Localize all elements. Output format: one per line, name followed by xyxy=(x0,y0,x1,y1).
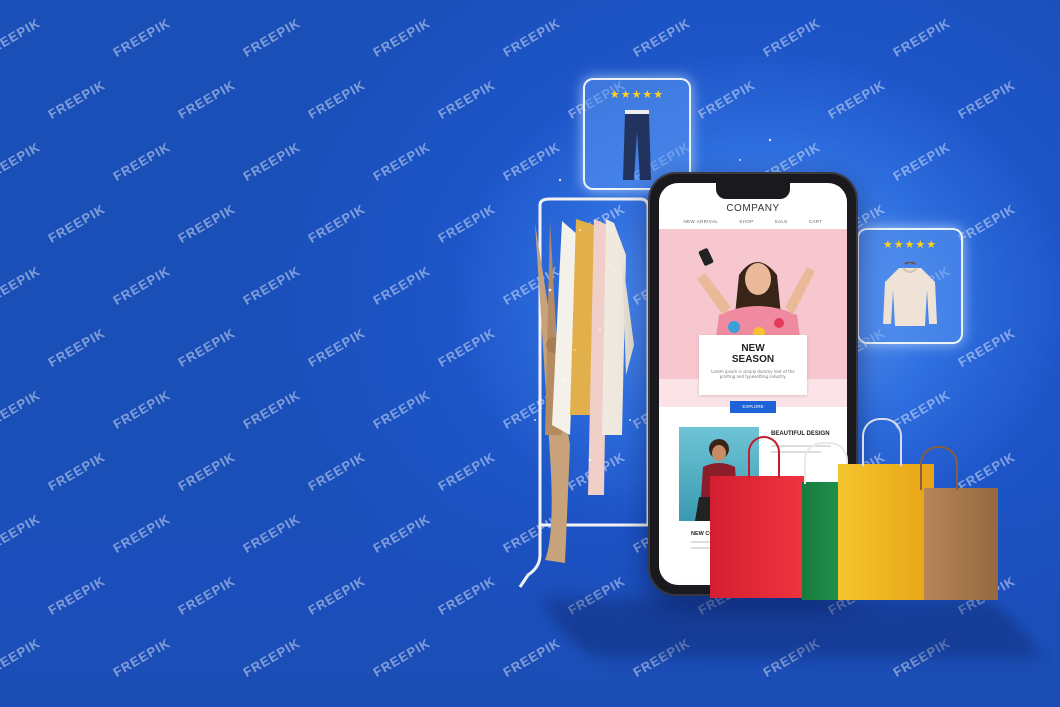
watermark: FREEPIK xyxy=(110,15,173,60)
section-title-design: BEAUTIFUL DESIGN xyxy=(771,431,830,437)
explore-button[interactable]: EXPLORE xyxy=(730,401,776,413)
watermark: FREEPIK xyxy=(0,139,43,184)
watermark: FREEPIK xyxy=(890,387,953,432)
watermark: FREEPIK xyxy=(0,15,43,60)
promo-body: Lorem ipsum is simply dummy text of the … xyxy=(711,369,795,379)
watermark: FREEPIK xyxy=(435,325,498,370)
watermark: FREEPIK xyxy=(240,263,303,308)
promo-card: NEW SEASON Lorem ipsum is simply dummy t… xyxy=(699,335,807,395)
watermark: FREEPIK xyxy=(110,387,173,432)
watermark: FREEPIK xyxy=(370,263,433,308)
jeans-icon xyxy=(623,110,651,180)
watermark: FREEPIK xyxy=(370,387,433,432)
watermark: FREEPIK xyxy=(110,263,173,308)
watermark: FREEPIK xyxy=(760,15,823,60)
watermark: FREEPIK xyxy=(110,139,173,184)
watermark: FREEPIK xyxy=(955,201,1018,246)
bag-shadow xyxy=(534,598,1046,658)
bag-handle xyxy=(920,446,958,490)
phone-notch xyxy=(716,183,790,199)
rating-stars: ★★★★★ xyxy=(882,238,938,251)
watermark: FREEPIK xyxy=(305,201,368,246)
nav-cart[interactable]: CART xyxy=(809,219,823,224)
watermark: FREEPIK xyxy=(240,139,303,184)
hero-model-photo xyxy=(697,248,815,345)
watermark: FREEPIK xyxy=(435,201,498,246)
watermark: FREEPIK xyxy=(305,77,368,122)
promo-title: NEW SEASON xyxy=(731,343,775,365)
scene: FREEPIK FREEPIK FREEPIK FREEPIK FREEPIK FREEP… xyxy=(0,0,1060,707)
watermark: FREEPIK xyxy=(435,77,498,122)
watermark: FREEPIK xyxy=(240,15,303,60)
watermark: FREEPIK xyxy=(890,15,953,60)
watermark: FREEPIK xyxy=(175,77,238,122)
watermark: FREEPIK xyxy=(955,77,1018,122)
rating-stars: ★★★★★ xyxy=(609,88,665,101)
watermark: FREEPIK xyxy=(175,201,238,246)
product-tile-sweater[interactable]: ★★★★★ xyxy=(857,228,963,344)
watermark: FREEPIK xyxy=(0,263,43,308)
watermark: FREEPIK xyxy=(890,139,953,184)
nav-new-arrival[interactable]: NEW ARRIVAL xyxy=(683,219,718,224)
nav-shop[interactable]: SHOP xyxy=(739,219,753,224)
bag-handle xyxy=(748,436,780,478)
watermark: FREEPIK xyxy=(305,325,368,370)
store-nav: NEW ARRIVAL SHOP SALE CART xyxy=(659,219,847,224)
watermark: FREEPIK xyxy=(630,15,693,60)
bag-handle xyxy=(862,418,902,466)
watermark: FREEPIK xyxy=(370,15,433,60)
watermark: FREEPIK xyxy=(45,201,108,246)
store-logo: COMPANY xyxy=(726,203,780,214)
sweater-icon xyxy=(883,262,937,326)
watermark: FREEPIK xyxy=(695,77,758,122)
watermark: FREEPIK xyxy=(955,325,1018,370)
watermark: FREEPIK xyxy=(240,387,303,432)
watermark: FREEPIK xyxy=(500,15,563,60)
watermark: FREEPIK xyxy=(175,325,238,370)
shopping-bag-red xyxy=(710,436,806,598)
watermark: FREEPIK xyxy=(45,77,108,122)
watermark: FREEPIK xyxy=(370,139,433,184)
watermark: FREEPIK xyxy=(45,325,108,370)
nav-sale[interactable]: SALE xyxy=(775,219,788,224)
watermark: FREEPIK xyxy=(825,77,888,122)
watermark: FREEPIK xyxy=(0,387,43,432)
shopping-bag-brown xyxy=(920,446,998,600)
